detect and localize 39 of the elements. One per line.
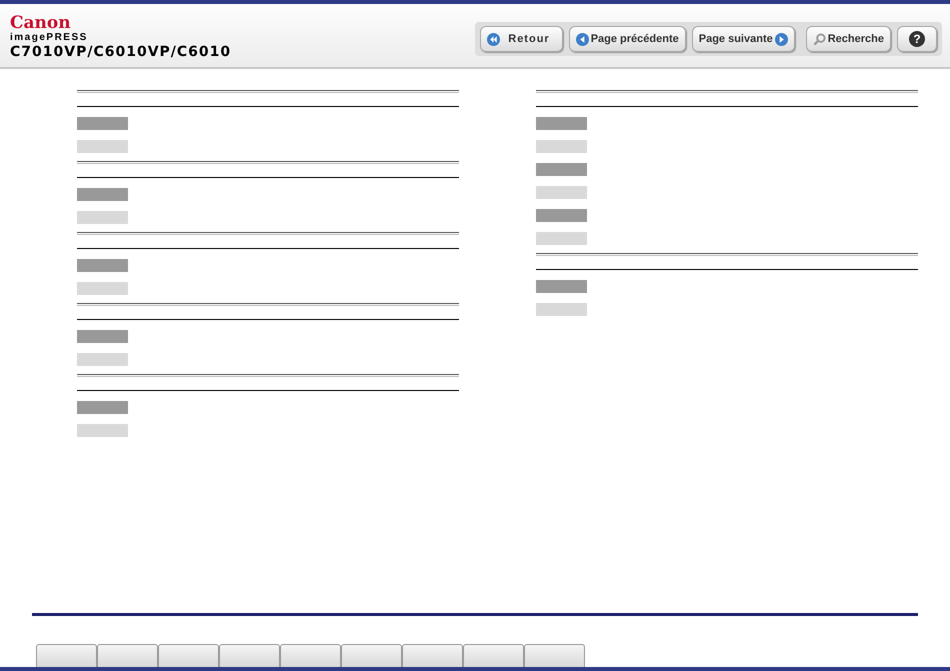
search-icon	[812, 32, 826, 46]
bottom-tab[interactable]	[97, 644, 158, 667]
subheading-bar	[77, 282, 128, 295]
heading-bar	[77, 117, 128, 130]
subheading-bar	[536, 186, 587, 199]
subheading-bar	[77, 353, 128, 366]
subheading-bar	[77, 424, 128, 437]
product-line: imagePRESS	[10, 32, 88, 44]
subheading-bar	[536, 232, 587, 245]
double-arrow-left-icon	[487, 32, 500, 46]
subheading-bar	[536, 140, 587, 153]
arrow-left-icon	[576, 32, 589, 46]
heading-bar	[536, 209, 587, 222]
heading-bar	[536, 117, 587, 130]
subheading-bar	[536, 303, 587, 316]
bottom-tab[interactable]	[219, 644, 280, 667]
back-button[interactable]: Retour	[480, 26, 563, 52]
bottom-tab[interactable]	[341, 644, 402, 667]
heading-bar	[536, 163, 587, 176]
heading-bar	[77, 330, 128, 343]
arrow-right-icon	[774, 32, 788, 46]
bottom-tab[interactable]	[524, 644, 585, 667]
heading-bar	[77, 188, 128, 201]
bottom-tab[interactable]	[36, 644, 97, 667]
bottom-tab[interactable]	[158, 644, 219, 667]
search-button[interactable]: Recherche	[806, 26, 891, 52]
subheading-bar	[77, 211, 128, 224]
subheading-bar	[77, 140, 128, 153]
heading-bar	[536, 280, 587, 293]
bottom-tab[interactable]	[463, 644, 524, 667]
bottom-tab[interactable]	[280, 644, 341, 667]
help-button[interactable]: ?	[897, 26, 937, 52]
heading-bar	[77, 259, 128, 272]
heading-bar	[77, 401, 128, 414]
bottom-tab[interactable]	[402, 644, 463, 667]
previous-page-button[interactable]: Page précédente	[568, 26, 686, 52]
next-page-button[interactable]: Page suivante	[692, 26, 795, 52]
model-name: C7010VP/C6010VP/C6010	[10, 44, 232, 60]
brand-logo: Canon	[10, 14, 71, 32]
